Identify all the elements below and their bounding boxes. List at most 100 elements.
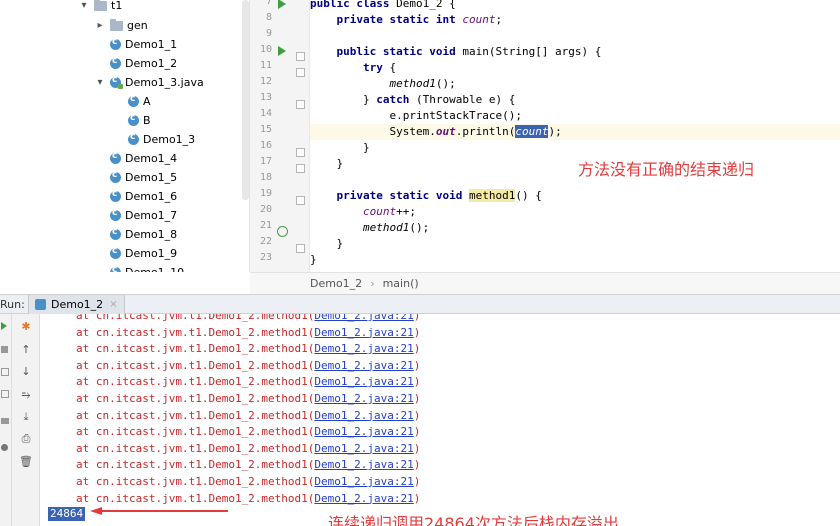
arrow-down-icon[interactable]: ↓: [19, 364, 33, 378]
debug-icon[interactable]: ✱: [19, 319, 33, 333]
rerun-icon[interactable]: [1, 322, 7, 330]
folder-icon: [94, 0, 107, 11]
stack-trace-line: at cn.itcast.jvm.t1.Demo1_2.method1(Demo…: [76, 425, 421, 439]
source-link[interactable]: Demo1_2.java:21: [314, 442, 413, 455]
source-link[interactable]: Demo1_2.java:21: [314, 458, 413, 471]
source-link[interactable]: Demo1_2.java:21: [314, 392, 413, 405]
chevron-right-icon[interactable]: ▸: [94, 20, 106, 31]
class-icon: [110, 170, 121, 183]
print-icon[interactable]: ⎙: [19, 432, 33, 446]
source-link[interactable]: Demo1_2.java:21: [314, 492, 413, 505]
tree-item-demo1-8[interactable]: Demo1_8: [110, 225, 177, 244]
tree-item-demo1-10[interactable]: Demo1_10: [110, 263, 184, 272]
run-panel-header: Run: Demo1_2 ×: [0, 294, 840, 314]
recursion-icon: [277, 226, 288, 237]
soft-wrap-icon[interactable]: ⥱: [19, 388, 33, 402]
fold-marker[interactable]: [296, 164, 305, 173]
tree-item-demo1-9[interactable]: Demo1_9: [110, 244, 177, 263]
close-icon[interactable]: ×: [109, 299, 117, 310]
tree-root-t1[interactable]: ▾ t1: [78, 0, 122, 15]
class-icon: [128, 94, 139, 107]
tree-item-demo1-3[interactable]: Demo1_3: [128, 130, 195, 149]
line-number: 12: [259, 76, 272, 87]
line-number: 11: [259, 60, 272, 71]
stack-trace-line: at cn.itcast.jvm.t1.Demo1_2.method1(Demo…: [76, 358, 421, 372]
code-line-13: } catch (Throwable e) {: [362, 93, 516, 106]
code-line-7: public class Demo1_2 {: [310, 0, 456, 10]
class-icon: [110, 37, 121, 50]
tree-item-label: Demo1_9: [125, 247, 178, 260]
source-link[interactable]: Demo1_2.java:21: [314, 326, 413, 339]
code-line-14: e.printStackTrace();: [389, 109, 522, 122]
trash-icon[interactable]: 🗑: [19, 454, 33, 468]
line-number: 23: [259, 252, 272, 263]
fold-marker[interactable]: [296, 68, 305, 77]
console-output[interactable]: at cn.itcast.jvm.t1.Demo1_2.method1(Demo…: [40, 314, 840, 526]
tree-item-demo1-4[interactable]: Demo1_4: [110, 149, 177, 168]
fold-marker[interactable]: [296, 100, 305, 109]
stack-trace-line: at cn.itcast.jvm.t1.Demo1_2.method1(Demo…: [76, 458, 421, 472]
stop-icon[interactable]: [1, 346, 8, 353]
tree-item-demo1-2[interactable]: Demo1_2: [110, 54, 177, 73]
class-icon: [110, 246, 121, 259]
tree-item-demo1-7[interactable]: Demo1_7: [110, 206, 177, 225]
tree-item-demo1-5[interactable]: Demo1_5: [110, 168, 177, 187]
stack-trace-line: at cn.itcast.jvm.t1.Demo1_2.method1(Demo…: [76, 325, 421, 339]
stack-trace-line: at cn.itcast.jvm.t1.Demo1_2.method1(Demo…: [76, 475, 421, 488]
code-line-12: method1();: [389, 77, 456, 90]
fold-marker[interactable]: [296, 244, 305, 253]
stack-trace-line: at cn.itcast.jvm.t1.Demo1_2.method1(Demo…: [76, 392, 421, 405]
source-link[interactable]: Demo1_2.java:21: [314, 359, 413, 372]
pin-icon[interactable]: [1, 444, 8, 451]
tree-item-gen[interactable]: ▸ gen: [94, 16, 148, 35]
run-class-icon[interactable]: [278, 0, 286, 9]
class-icon: [110, 265, 121, 272]
source-link[interactable]: Demo1_2.java:21: [314, 314, 413, 322]
restore-layout-icon[interactable]: [1, 390, 9, 398]
class-icon: [110, 151, 121, 164]
code-editor[interactable]: public class Demo1_2 { private static in…: [310, 0, 840, 272]
line-number: 20: [259, 204, 272, 215]
class-icon: [110, 56, 121, 69]
class-icon: [110, 189, 121, 202]
fold-marker[interactable]: [296, 52, 305, 61]
run-main-icon[interactable]: [278, 46, 286, 56]
tab-demo1-2[interactable]: Demo1_2 ×: [28, 294, 125, 314]
line-number: 13: [259, 92, 272, 103]
source-link[interactable]: Demo1_2.java:21: [314, 375, 413, 388]
fold-marker[interactable]: [296, 148, 305, 157]
tree-item-label: A: [143, 95, 151, 108]
breadcrumb-method[interactable]: main(): [383, 277, 419, 290]
tree-scrollbar[interactable]: [242, 0, 249, 200]
camera-icon[interactable]: [1, 368, 9, 376]
source-link[interactable]: Demo1_2.java:21: [314, 475, 413, 488]
arrow-up-icon[interactable]: ↑: [19, 342, 33, 356]
tree-item-demo1-1[interactable]: Demo1_1: [110, 35, 177, 54]
fold-marker[interactable]: [296, 196, 305, 205]
chevron-down-icon[interactable]: ▾: [78, 0, 90, 11]
tree-item-label: Demo1_10: [125, 266, 184, 272]
source-link[interactable]: Demo1_2.java:21: [314, 409, 413, 422]
console-count-output: 24864: [48, 507, 86, 521]
class-icon: [128, 113, 139, 126]
tree-item-b[interactable]: B: [128, 111, 151, 130]
source-link[interactable]: Demo1_2.java:21: [314, 342, 413, 355]
tree-item-label: Demo1_3: [143, 133, 196, 146]
java-file-icon: [110, 75, 123, 89]
tree-item-demo1-3-java[interactable]: ▾ Demo1_3.java: [94, 73, 204, 92]
code-line-19: private static void method1() {: [336, 189, 542, 202]
stack-trace-line: at cn.itcast.jvm.t1.Demo1_2.method1(Demo…: [76, 314, 420, 324]
source-link[interactable]: Demo1_2.java:21: [314, 425, 413, 438]
code-line-21: method1();: [362, 221, 430, 234]
tree-item-label: Demo1_2: [125, 57, 178, 70]
tree-item-a[interactable]: A: [128, 92, 151, 111]
scroll-to-end-icon[interactable]: ⤓: [19, 410, 33, 424]
chevron-down-icon[interactable]: ▾: [94, 77, 106, 88]
breadcrumb-class[interactable]: Demo1_2: [310, 277, 362, 290]
tree-item-label: Demo1_1: [125, 38, 178, 51]
code-line-16: }: [362, 141, 370, 154]
settings-icon[interactable]: [1, 418, 9, 424]
tree-item-demo1-6[interactable]: Demo1_6: [110, 187, 177, 206]
line-number: 14: [259, 108, 272, 119]
line-number: 19: [259, 188, 272, 199]
